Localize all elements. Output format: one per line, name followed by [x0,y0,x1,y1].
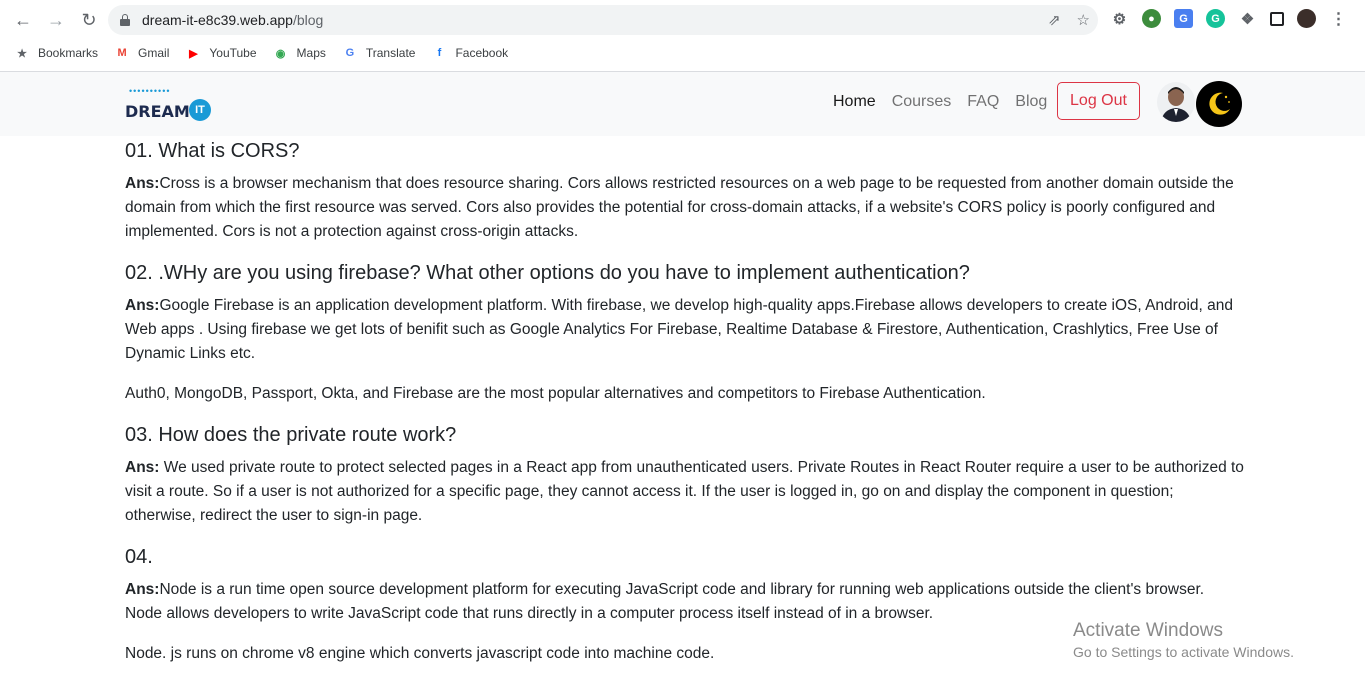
question-heading: 01. What is CORS? [125,140,300,162]
answer-paragraph: Ans: We used private route to protect se… [125,456,1245,528]
answer-paragraph: Auth0, MongoDB, Passport, Okta, and Fire… [125,382,1245,406]
lock-icon [120,14,130,26]
question-heading: 04. [125,546,153,568]
browser-menu-icon[interactable]: ⋮ [1329,9,1348,28]
star-icon: ★ [17,47,27,60]
site-navbar: •••••••••• DREAM IT Home Courses FAQ Blo… [0,72,1365,136]
bookmark-maps[interactable]: ◉ Maps [273,45,326,61]
nav-link-faq[interactable]: FAQ [967,93,999,111]
answer-prefix: Ans: [125,175,160,192]
bookmarks-bar: ★ Bookmarks M Gmail ▶ YouTube ◉ Maps G Translate f… [0,40,1365,66]
answer-text: Auth0, MongoDB, Passport, Okta, and Fire… [125,385,986,402]
extension-gear-icon[interactable]: ⚙ [1110,9,1129,28]
bookmark-translate[interactable]: G Translate [342,45,416,61]
profile-avatar-icon[interactable] [1297,9,1316,28]
bookmark-label: Translate [365,46,416,60]
bookmark-label: Bookmarks [38,46,99,60]
bookmark-gmail[interactable]: M Gmail [114,45,169,61]
logo-badge: IT [189,99,211,121]
reload-icon[interactable]: ↻ [74,5,104,35]
watermark-title: Activate Windows [1073,620,1223,641]
logo-text: DREAM [125,102,190,121]
forward-arrow-icon[interactable]: → [41,5,71,35]
moon-icon [1209,92,1230,115]
answer-paragraph: Ans:Node is a run time open source devel… [125,578,1245,626]
bookmark-star-icon[interactable]: ☆ [1077,11,1090,29]
logout-button[interactable]: Log Out [1057,82,1140,120]
puzzle-extensions-icon[interactable]: ❖ [1238,9,1257,28]
answer-text: Node. js runs on chrome v8 engine which … [125,645,715,662]
share-icon[interactable]: ⇗ [1048,11,1061,29]
grammarly-icon[interactable]: G [1206,9,1225,28]
answer-prefix: Ans: [125,297,160,314]
answer-prefix: Ans: [125,581,160,598]
extensions-bar: ⚙ ● G G ❖ ⋮ [1110,9,1348,28]
url-host: dream-it-e8c39.web.app [142,12,293,28]
bookmark-label: YouTube [209,46,257,60]
extension-globe-icon[interactable]: ● [1142,9,1161,28]
nav-links: Home Courses FAQ Blog [833,93,1047,111]
bookmark-label: Facebook [455,46,509,60]
bookmark-facebook[interactable]: f Facebook [431,45,509,61]
side-panel-icon[interactable] [1270,11,1284,26]
youtube-icon: ▶ [189,47,198,60]
user-avatar[interactable] [1157,82,1195,122]
bookmark-label: Gmail [138,46,170,60]
dark-mode-toggle[interactable] [1196,81,1242,127]
nav-link-home[interactable]: Home [833,93,876,111]
answer-text: Cross is a browser mechanism that does r… [125,175,1234,240]
answer-paragraph: Ans:Cross is a browser mechanism that do… [125,172,1245,244]
back-arrow-icon[interactable]: ← [8,5,38,35]
maps-icon: ◉ [275,47,286,60]
bookmark-label: Maps [296,46,326,60]
blog-content: 01. What is CORS? Ans:Cross is a browser … [125,136,1245,682]
watermark-subtitle: Go to Settings to activate Windows. [1073,644,1294,660]
dream-it-logo[interactable]: •••••••••• DREAM IT [125,86,213,126]
answer-text: Google Firebase is an application develo… [125,297,1233,362]
address-bar[interactable]: dream-it-e8c39.web.app/blog ⇗ ☆ [108,5,1098,35]
question-heading: 03. How does the private route work? [125,424,457,446]
logo-dots-icon: •••••••••• [129,86,171,96]
question-heading: 02. .WHy are you using firebase? What ot… [125,262,970,284]
bookmark-youtube[interactable]: ▶ YouTube [185,45,256,61]
nav-link-blog[interactable]: Blog [1015,93,1047,111]
answer-paragraph: Ans:Google Firebase is an application de… [125,294,1245,366]
windows-activation-watermark: Activate Windows Go to Settings to activ… [1073,620,1294,660]
url-path: /blog [292,12,324,28]
translate-icon: G [345,47,355,59]
answer-text: Node is a run time open source developme… [125,581,1205,622]
browser-chrome: ← → ↻ dream-it-e8c39.web.app/blog ⇗ ☆ ⚙ … [0,0,1365,72]
facebook-icon: f [437,47,442,59]
gmail-icon: M [117,47,127,59]
google-translate-icon[interactable]: G [1174,9,1193,28]
bookmark-bookmarks[interactable]: ★ Bookmarks [14,45,98,61]
nav-link-courses[interactable]: Courses [892,93,952,111]
answer-prefix: Ans: [125,459,160,476]
answer-text: We used private route to protect selecte… [125,459,1244,524]
